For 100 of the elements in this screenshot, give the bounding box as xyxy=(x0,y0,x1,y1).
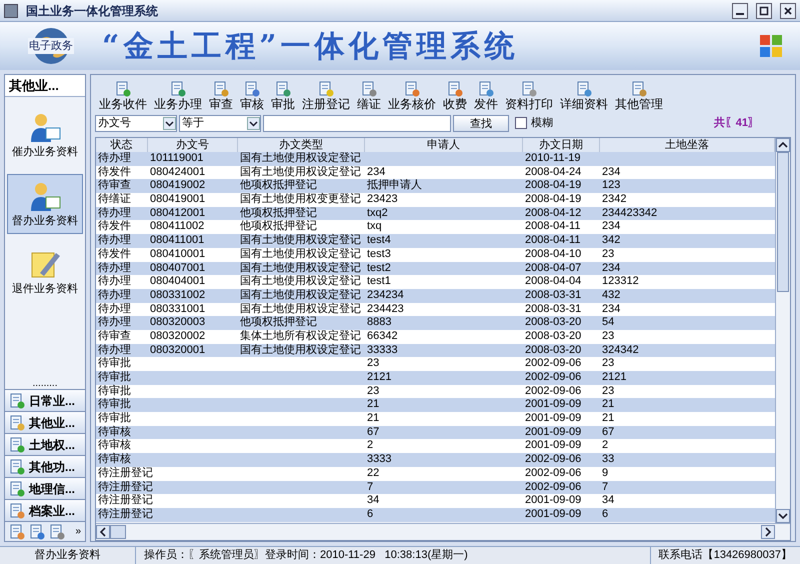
toolbar-button[interactable]: 审核 xyxy=(240,81,264,111)
table-row[interactable]: 待注册登记 6 2001-09-09 6 xyxy=(96,508,775,522)
table-cell: 67 xyxy=(367,426,380,438)
table-cell: txq2 xyxy=(367,206,388,219)
table-cell: 国有土地使用权设定登记 xyxy=(240,302,361,315)
table-cell: 待办理 xyxy=(98,206,131,219)
table-row[interactable]: 待办理 080407001 国有土地使用权设定登记 test2 2008-04-07 234 xyxy=(96,262,775,276)
table-row[interactable]: 待审核 3333 2002-09-06 33 xyxy=(96,453,775,467)
dropdown[interactable]: 办文号 xyxy=(95,114,177,132)
table-row[interactable]: 待办理 080404001 国有土地使用权设定登记 test1 2008-04-04 123312 xyxy=(96,275,775,289)
table-cell: 33 xyxy=(602,453,614,466)
table-cell: 国有土地使用权设定登记 xyxy=(240,152,361,164)
table-row[interactable]: 待办理 080412001 他项权抵押登记 txq2 2008-04-12 234423342 xyxy=(96,206,775,220)
toolbar-button[interactable]: 业务办理 xyxy=(154,81,202,111)
table-cell: 9 xyxy=(602,466,608,479)
table-cell: 8883 xyxy=(367,316,392,328)
toolbar-button[interactable]: 资料打印 xyxy=(505,81,553,111)
toolbar-button[interactable]: 业务核价 xyxy=(388,81,436,111)
table-cell: 080412001 xyxy=(150,206,206,219)
more-button[interactable]: » xyxy=(75,524,81,539)
minimize-button[interactable] xyxy=(732,2,748,18)
table-cell: 2008-04-10 xyxy=(525,248,582,260)
fuzzy-checkbox[interactable] xyxy=(515,117,527,129)
category-button[interactable]: 其他业... xyxy=(5,411,85,433)
table-row[interactable]: 待发件 080424001 国有土地使用权设定登记 234 2008-04-24 234 xyxy=(96,166,775,180)
table-cell: 2001-09-09 xyxy=(525,439,582,452)
table-row[interactable]: 待办理 080331001 国有土地使用权设定登记 234423 2008-03-31 234 xyxy=(96,302,775,316)
table-cell: 2002-09-06 xyxy=(525,384,582,397)
sidebar-item[interactable]: 退件业务资料 xyxy=(7,242,83,302)
toolbar-button[interactable]: 详细资料 xyxy=(560,81,608,111)
table-row[interactable]: 待审批 2121 2002-09-06 2121 xyxy=(96,371,775,385)
table-cell: test1 xyxy=(367,275,391,288)
table-row[interactable]: 待审核 2 2001-09-09 2 xyxy=(96,439,775,454)
table-cell: test2 xyxy=(367,262,391,274)
table-row[interactable]: 待审批 21 2001-09-09 21 xyxy=(96,398,775,412)
document-icon xyxy=(213,81,229,97)
table-cell: 待办理 xyxy=(98,262,131,274)
table-cell: 2001-09-09 xyxy=(525,508,582,520)
table-cell: 2008-03-31 xyxy=(525,288,582,301)
scroll-thumb[interactable] xyxy=(110,525,126,539)
toolbar-button[interactable]: 业务收件 xyxy=(99,81,147,111)
search-field[interactable] xyxy=(263,114,451,132)
table-cell: 待审批 xyxy=(98,384,131,397)
table-cell: 2121 xyxy=(367,371,392,383)
table-row[interactable]: 待注册登记 22 2002-09-06 9 xyxy=(96,466,775,480)
table-cell: 342 xyxy=(602,234,620,246)
table-row[interactable]: 待审核 67 2001-09-09 67 xyxy=(96,426,775,440)
toolbar-button[interactable]: 审批 xyxy=(271,81,295,111)
maximize-button[interactable] xyxy=(756,2,772,18)
sidebar-item[interactable]: 催办业务资料 xyxy=(7,105,83,166)
toolbar-button[interactable]: 缮证 xyxy=(357,81,381,111)
table-row[interactable]: 待缮证 080419001 国有土地使用权变更登记 23423 2008-04-19 2342 xyxy=(96,193,775,207)
dropdown[interactable]: 等于 xyxy=(179,114,261,132)
category-button[interactable]: 土地权... xyxy=(5,433,85,455)
toolbar-button[interactable]: 其他管理 xyxy=(615,81,663,111)
table-cell: 2002-09-06 xyxy=(525,466,582,479)
table-row[interactable]: 待办理 080331002 国有土地使用权设定登记 234234 2008-03-31 432 xyxy=(96,288,775,303)
table-row[interactable]: 待审批 23 2002-09-06 23 xyxy=(96,384,775,398)
table-cell: 21 xyxy=(602,412,614,424)
toolbar-button[interactable]: 审查 xyxy=(209,81,233,111)
table-cell: 国有土地使用权设定登记 xyxy=(240,288,361,301)
table-row[interactable]: 待审批 21 2001-09-09 21 xyxy=(96,412,775,426)
category-button[interactable]: 其他功... xyxy=(5,455,85,477)
table-row[interactable]: 待审查 080320002 集体土地所有权设定登记 66342 2008-03-20 23 xyxy=(96,330,775,344)
document-icon xyxy=(9,458,25,474)
category-button[interactable]: 档案业... xyxy=(5,499,85,521)
vertical-scrollbar[interactable] xyxy=(775,138,790,523)
table-cell: 2008-04-12 xyxy=(525,206,582,219)
table-cell: 21 xyxy=(367,398,380,410)
category-button[interactable]: 日常业... xyxy=(5,389,85,411)
table-cell: 待办理 xyxy=(98,288,131,301)
document-icon xyxy=(576,81,592,97)
table-cell: 23 xyxy=(367,357,380,370)
horizontal-scrollbar[interactable] xyxy=(96,523,790,540)
scroll-thumb[interactable] xyxy=(777,152,789,292)
table-row[interactable]: 待办理 101119001 国有土地使用权设定登记 2010-11-19 xyxy=(96,152,775,166)
table-cell: 2001-09-09 xyxy=(525,426,582,438)
table-row[interactable]: 待注册登记 7 2002-09-06 7 xyxy=(96,480,775,494)
table-cell: 他项权抵押登记 xyxy=(240,220,317,232)
status-phone: 联系电话【13426980037】 xyxy=(650,547,800,564)
table-row[interactable]: 待发件 080411002 他项权抵押登记 txq 2008-04-11 234 xyxy=(96,220,775,234)
category-button[interactable]: 地理信... xyxy=(5,477,85,499)
table-row[interactable]: 待审查 080419002 他项权抵押登记 抵押申请人 2008-04-19 123 xyxy=(96,179,775,194)
table-row[interactable]: 待审批 23 2002-09-06 23 xyxy=(96,357,775,371)
toolbar-button[interactable]: 收费 xyxy=(443,81,467,111)
close-button[interactable] xyxy=(780,2,796,18)
toolbar-button[interactable]: 注册登记 xyxy=(302,81,350,111)
sidebar-item[interactable]: 督办业务资料 xyxy=(7,174,83,234)
status-login: 操作员：〖系统管理员〗登录时间：2010-11-29 10:38:13(星期一) xyxy=(143,548,469,564)
table-cell: 待审批 xyxy=(98,398,131,410)
table-row[interactable]: 待注册登记 34 2001-09-09 34 xyxy=(96,494,775,508)
table-row[interactable]: 待办理 080320001 国有土地使用权设定登记 33333 2008-03-20 324342 xyxy=(96,344,775,358)
table-row[interactable]: 待发件 080410001 国有土地使用权设定登记 test3 2008-04-10 23 xyxy=(96,248,775,262)
table-cell: 国有土地使用权变更登记 xyxy=(240,193,361,206)
table-cell: 待办理 xyxy=(98,152,131,164)
find-button[interactable]: 查找 xyxy=(453,114,509,132)
toolbar-button[interactable]: 发件 xyxy=(474,81,498,111)
table-cell: 33333 xyxy=(367,344,398,356)
table-row[interactable]: 待办理 080411001 国有土地使用权设定登记 test4 2008-04-11 342 xyxy=(96,234,775,248)
table-row[interactable]: 待办理 080320003 他项权抵押登记 8883 2008-03-20 54 xyxy=(96,316,775,330)
